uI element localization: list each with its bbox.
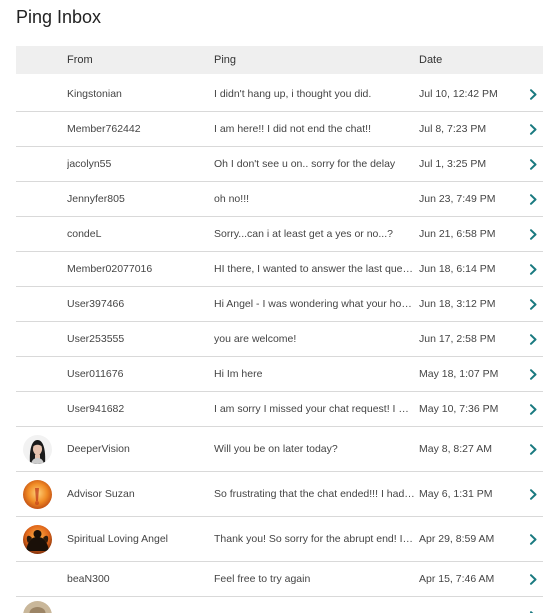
table-row[interactable]: User253555 you are welcome! Jun 17, 2:58 P…	[16, 322, 543, 357]
chevron-right-icon[interactable]	[523, 123, 543, 135]
row-from: jacolyn55	[67, 158, 112, 170]
row-from: User941682	[67, 403, 125, 415]
ping-inbox-page: Ping Inbox From Ping Date Kingstonian I d…	[0, 0, 559, 613]
row-from: beaN300	[67, 573, 110, 585]
table-header: From Ping Date	[16, 46, 543, 74]
row-date: Jun 21, 6:58 PM	[419, 228, 496, 240]
avatar-cell	[16, 434, 67, 464]
row-date: May 18, 1:07 PM	[419, 368, 499, 380]
avatar	[23, 479, 52, 509]
row-from: User253555	[67, 333, 125, 345]
row-ping: I am sorry I missed your chat request! I…	[214, 403, 419, 415]
row-ping: Will you be on later today?	[214, 443, 338, 455]
table-row[interactable]: jacolyn55 Oh I don't see u on.. sorry for…	[16, 147, 543, 182]
row-date: May 8, 8:27 AM	[419, 443, 492, 455]
chevron-right-icon[interactable]	[523, 333, 543, 345]
row-ping: Oh I don't see u on.. sorry for the dela…	[214, 158, 396, 170]
table-row[interactable]: User941682 I am sorry I missed your chat …	[16, 392, 543, 427]
row-date: Jun 18, 6:14 PM	[419, 263, 496, 275]
chevron-right-icon[interactable]	[523, 488, 543, 500]
header-from: From	[67, 54, 93, 66]
page-title: Ping Inbox	[16, 7, 102, 27]
chevron-right-icon[interactable]	[523, 443, 543, 455]
chevron-right-icon[interactable]	[523, 158, 543, 170]
table-row[interactable]: DeeperVision Will you be on later today? M…	[16, 427, 543, 472]
table-row[interactable]: Member762442 I am here!! I did not end th…	[16, 112, 543, 147]
row-ping: you are welcome!	[214, 333, 297, 345]
row-from: Member02077016	[67, 263, 153, 275]
row-from: condeL	[67, 228, 102, 240]
table-body: Kingstonian I didn't hang up, i thought y…	[16, 77, 543, 613]
table-row[interactable]: Jennyfer805 oh no!!! Jun 23, 7:49 PM	[16, 182, 543, 217]
header-date: Date	[419, 54, 443, 66]
row-from: DeeperVision	[67, 443, 130, 455]
avatar-cell	[16, 479, 67, 509]
header-ping: Ping	[214, 54, 237, 66]
row-ping: Thank you! So sorry for the abrupt end! …	[214, 533, 419, 545]
avatar-cell	[16, 524, 67, 554]
avatar	[23, 434, 52, 464]
row-from: Spiritual Loving Angel	[67, 533, 168, 545]
table-row-partial[interactable]	[16, 597, 543, 613]
row-ping: Feel free to try again	[214, 573, 311, 585]
row-from: Advisor Suzan	[67, 488, 135, 500]
avatar-cell	[16, 597, 67, 613]
row-ping: I am here!! I did not end the chat!!	[214, 123, 372, 135]
table-row[interactable]: beaN300 Feel free to try again Apr 15, 7:4…	[16, 562, 543, 597]
table-row[interactable]: Member02077016 HI there, I wanted to answ…	[16, 252, 543, 287]
row-from: Kingstonian	[67, 88, 122, 100]
avatar	[23, 524, 52, 554]
row-from: Jennyfer805	[67, 193, 125, 205]
row-date: Apr 15, 7:46 AM	[419, 573, 495, 585]
row-date: Jun 23, 7:49 PM	[419, 193, 496, 205]
ping-table: From Ping Date Kingstonian I didn't hang …	[16, 46, 543, 613]
row-ping: Sorry...can i at least get a yes or no..…	[214, 228, 393, 240]
row-ping: Hi Im here	[214, 368, 263, 380]
row-ping: So frustrating that the chat ended!!! I …	[214, 488, 419, 500]
row-ping: HI there, I wanted to answer the last qu…	[214, 263, 419, 275]
chevron-right-icon[interactable]	[523, 573, 543, 585]
row-date: Apr 29, 8:59 AM	[419, 533, 495, 545]
row-date: Jul 10, 12:42 PM	[419, 88, 498, 100]
row-from: User397466	[67, 298, 125, 310]
table-row[interactable]: User397466 Hi Angel - I was wondering wha…	[16, 287, 543, 322]
avatar	[23, 601, 52, 613]
row-ping: oh no!!!	[214, 193, 250, 205]
chevron-right-icon[interactable]	[523, 403, 543, 415]
row-date: May 6, 1:31 PM	[419, 488, 493, 500]
table-row[interactable]: User011676 Hi Im here May 18, 1:07 PM	[16, 357, 543, 392]
row-date: Jun 17, 2:58 PM	[419, 333, 496, 345]
chevron-right-icon[interactable]	[523, 228, 543, 240]
row-date: Jul 1, 3:25 PM	[419, 158, 487, 170]
row-date: May 10, 7:36 PM	[419, 403, 499, 415]
chevron-right-icon[interactable]	[523, 298, 543, 310]
table-row[interactable]: Advisor Suzan So frustrating that the cha…	[16, 472, 543, 517]
chevron-right-icon[interactable]	[523, 263, 543, 275]
row-from: User011676	[67, 368, 124, 380]
row-ping: I didn't hang up, i thought you did.	[214, 88, 372, 100]
row-ping: Hi Angel - I was wondering what your hou…	[214, 298, 419, 310]
row-date: Jun 18, 3:12 PM	[419, 298, 496, 310]
chevron-right-icon[interactable]	[523, 368, 543, 380]
table-row[interactable]: condeL Sorry...can i at least get a yes o…	[16, 217, 543, 252]
row-date: Jul 8, 7:23 PM	[419, 123, 487, 135]
chevron-right-icon[interactable]	[523, 533, 543, 545]
chevron-right-icon[interactable]	[523, 193, 543, 205]
table-row[interactable]: Kingstonian I didn't hang up, i thought y…	[16, 77, 543, 112]
chevron-right-icon[interactable]	[523, 88, 543, 100]
row-from: Member762442	[67, 123, 141, 135]
table-row[interactable]: Spiritual Loving Angel Thank you! So sorr…	[16, 517, 543, 562]
